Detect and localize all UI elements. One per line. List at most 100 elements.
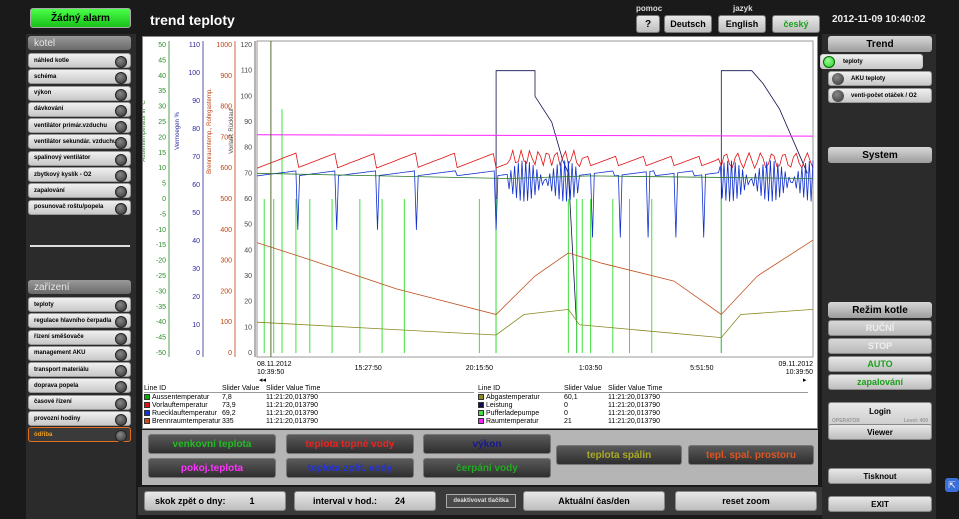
legend-value: 69,2 — [222, 409, 236, 417]
right-sidebar — [822, 34, 936, 519]
kotel-item[interactable]: spalinový ventilátor — [28, 150, 131, 166]
legend-time: 11:21:20,013790 — [266, 409, 319, 417]
legend-value: 7,8 — [222, 393, 232, 401]
y-tick-label: 1000 — [216, 42, 232, 49]
trend-item-teploty[interactable]: teploty — [820, 54, 923, 69]
y-tick-label: 90 — [244, 119, 252, 126]
y-tick-label: 70 — [192, 154, 200, 161]
viewer-button[interactable]: Viewer — [828, 424, 932, 440]
zar-item[interactable]: doprava popela — [28, 378, 131, 394]
back-days-control[interactable]: skok zpět o dny: 1 — [144, 491, 286, 511]
legend-time: 11:21:20,013790 — [608, 409, 661, 417]
zar-item[interactable]: transport materiálu — [28, 362, 131, 378]
knob-icon — [115, 56, 127, 68]
mode-manual-button[interactable]: RUČNÍ — [828, 320, 932, 336]
trend-item-aku[interactable]: AKU teploty — [828, 71, 932, 86]
language-czech-button[interactable]: český — [772, 15, 820, 33]
knob-icon — [832, 73, 844, 85]
exit-button[interactable]: EXIT — [828, 496, 932, 512]
knob-icon — [832, 90, 844, 102]
legend-swatch — [144, 410, 150, 416]
zar-item[interactable]: provozní hodiny — [28, 411, 131, 427]
knob-icon — [115, 137, 127, 150]
y-tick-label: 45 — [158, 57, 166, 64]
floating-tool-icon[interactable]: ⇱ — [945, 478, 959, 492]
legend-table: Line ID Slider Value Slider Value Time A… — [144, 385, 816, 427]
zar-item[interactable]: teploty — [28, 297, 131, 312]
current-time-button[interactable]: Aktuální čas/den — [523, 491, 665, 511]
zar-item[interactable]: management AKU — [28, 345, 131, 361]
y-tick-label: 20 — [192, 294, 200, 301]
series-toggle-button[interactable]: čerpání vody — [423, 458, 551, 478]
trend-chart[interactable]: 50454035302520151050-5-10-15-20-25-30-35… — [143, 37, 817, 383]
reset-zoom-button[interactable]: reset zoom — [675, 491, 817, 511]
legend-header-time: Slider Value Time — [266, 385, 321, 392]
y-tick-label: 20 — [244, 299, 252, 306]
zar-item[interactable]: ódřiba — [28, 427, 131, 443]
series-toggle-button[interactable]: tepl. spal. prostoru — [688, 445, 814, 465]
deactivate-buttons[interactable]: deaktivovat tlačítka — [446, 494, 516, 508]
kotel-item-label: ventilátor primár.vzduchu — [34, 122, 108, 129]
legend-row: Ruecklauftemperatur 69,2 11:21:20,013790 — [144, 409, 474, 417]
kotel-item[interactable]: posunovač roštu/popela — [28, 199, 131, 215]
legend-header-time: Slider Value Time — [608, 385, 663, 392]
kotel-item[interactable]: náhled kotle — [28, 53, 131, 68]
x-tick-label: 1:03:50 — [579, 365, 602, 372]
interval-control[interactable]: interval v hod.: 24 — [294, 491, 436, 511]
legend-swatch — [144, 418, 150, 424]
help-button[interactable]: ? — [636, 15, 660, 33]
zar-item[interactable]: časové řízení — [28, 394, 131, 410]
y-axis-label: Vorlauf, Rücklauf — [229, 108, 235, 154]
mode-stop-button[interactable]: STOP — [828, 338, 932, 354]
alarm-status[interactable]: Žádný alarm — [30, 8, 131, 28]
legend-row: Leistung 0 11:21:20,013790 — [478, 401, 808, 409]
mode-auto-button[interactable]: AUTO — [828, 356, 932, 372]
kotel-header: kotel — [28, 36, 131, 50]
legend-series-name: Brennraumtemperatur — [152, 417, 221, 425]
help-label: pomoc — [636, 4, 663, 13]
kotel-item[interactable]: zapalování — [28, 183, 131, 199]
kotel-item[interactable]: schéma — [28, 69, 131, 85]
knob-icon — [115, 348, 127, 361]
series-toggle-button[interactable]: výkon — [423, 434, 551, 454]
y-tick-label: 60 — [192, 182, 200, 189]
x-tick-date: 09.11.2012 — [778, 361, 813, 368]
legend-series-name: Pufferladepumpe — [486, 409, 540, 417]
series-toggle-button[interactable]: teplota zpět. vody — [286, 458, 414, 478]
legend-series-name: Aussentemperatur — [152, 393, 210, 401]
series-toggle-button[interactable]: teplota spálin — [556, 445, 682, 465]
kotel-item[interactable]: dávkování — [28, 101, 131, 117]
kotel-item[interactable]: ventilátor primár.vzduchu — [28, 118, 131, 134]
back-days-label: skok zpět o dny: — [155, 496, 226, 506]
y-tick-label: 110 — [189, 42, 200, 49]
knob-icon — [115, 430, 127, 443]
y-tick-label: 10 — [158, 165, 166, 172]
trend-item-venti[interactable]: venti-počet otáček / O2 — [828, 88, 932, 103]
mode-ignition-button[interactable]: zapalování — [828, 374, 932, 390]
zar-item[interactable]: regulace hlavního čerpadla — [28, 313, 131, 329]
language-english-button[interactable]: English — [718, 15, 766, 33]
zar-item[interactable]: řízení směšovače — [28, 329, 131, 345]
print-button[interactable]: Tisknout — [828, 468, 932, 484]
y-tick-label: -15 — [156, 242, 166, 249]
kotel-item[interactable]: zbytkový kyslík - O2 — [28, 167, 131, 183]
system-button[interactable]: System — [828, 147, 932, 163]
kotel-item[interactable]: ventilátor sekundár. vzduchu — [28, 134, 131, 150]
legend-row: Vorlauftemperatur 73,9 11:21:20,013790 — [144, 401, 474, 409]
legend-time: 11:21:20,013790 — [608, 401, 661, 409]
active-indicator-icon — [823, 56, 835, 68]
legend-value: 0 — [564, 401, 568, 409]
zar-item-label: ódřiba — [34, 431, 53, 438]
series-toggle-button[interactable]: pokoj.teplota — [148, 458, 276, 478]
language-german-button[interactable]: Deutsch — [664, 15, 712, 33]
kotel-item-label: posunovač roštu/popela — [34, 204, 104, 211]
legend-time: 11:21:20,013790 — [608, 417, 661, 425]
series-toggle-button[interactable]: venkovní teplota — [148, 434, 276, 454]
kotel-item[interactable]: výkon — [28, 85, 131, 101]
legend-time: 11:21:20,013790 — [266, 393, 319, 401]
y-tick-label: 35 — [158, 88, 166, 95]
y-tick-label: 60 — [244, 196, 252, 203]
series-toggle-button[interactable]: teplota topné vody — [286, 434, 414, 454]
zar-item-label: provozní hodiny — [34, 415, 81, 422]
legend-swatch — [478, 410, 484, 416]
